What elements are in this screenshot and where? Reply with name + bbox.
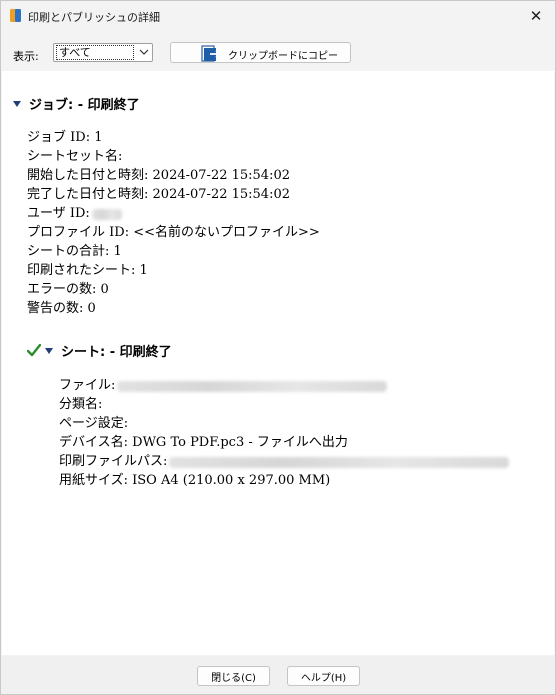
toolbar: 表示: すべて クリップボードにコピー <box>1 39 555 67</box>
field-value: 0 <box>100 282 109 297</box>
field-label: デバイス名: <box>59 435 128 450</box>
job-field-row: エラーの数: 0 <box>27 282 109 298</box>
triangle-down-icon <box>13 100 21 107</box>
details-panel: ジョブ: - 印刷終了 ジョブ ID: 1 シートセット名: 開始した日付と時刻… <box>2 71 554 655</box>
close-button-label: 閉じる(C) <box>211 672 256 684</box>
redacted-value <box>117 380 388 392</box>
clipboard-copy-icon <box>201 45 222 62</box>
field-value: 0 <box>87 301 96 316</box>
app-icon <box>10 9 21 22</box>
field-label: 印刷されたシート: <box>27 263 136 278</box>
copy-to-clipboard-button[interactable]: クリップボードにコピー <box>170 42 351 63</box>
job-field-row: 完了した日付と時刻: 2024-07-22 15:54:02 <box>27 187 290 203</box>
field-value: <<名前のないプロファイル>> <box>133 225 320 240</box>
field-label: ページ設定: <box>59 416 129 431</box>
sheet-field-row: ページ設定: <box>59 416 128 432</box>
chevron-down-icon <box>139 49 149 55</box>
field-value: 2024-07-22 15:54:02 <box>152 187 291 202</box>
sheet-heading: シート: - 印刷終了 <box>61 345 172 360</box>
title-bar: 印刷とパブリッシュの詳細 ✕ <box>1 1 555 31</box>
close-button[interactable]: 閉じる(C) <box>197 666 270 686</box>
close-window-button[interactable]: ✕ <box>517 1 555 31</box>
window-title: 印刷とパブリッシュの詳細 <box>28 11 160 24</box>
field-label: 分類名: <box>59 397 103 412</box>
job-heading: ジョブ: - 印刷終了 <box>29 98 140 113</box>
dialog-footer: 閉じる(C) ヘルプ(H) <box>1 656 555 694</box>
checkmark-icon <box>27 344 41 357</box>
job-field-row: 警告の数: 0 <box>27 301 96 317</box>
field-label: ファイル: <box>59 378 116 393</box>
field-label: シートの合計: <box>27 244 110 259</box>
job-field-row: 印刷されたシート: 1 <box>27 263 148 279</box>
help-button-label: ヘルプ(H) <box>300 672 347 684</box>
job-field-row: プロファイル ID: <<名前のないプロファイル>> <box>27 225 320 241</box>
field-value: DWG To PDF.pc3 - ファイルへ出力 <box>132 435 348 450</box>
field-value: 1 <box>94 130 103 145</box>
sheet-field-row: 用紙サイズ: ISO A4 (210.00 x 297.00 MM) <box>59 473 330 489</box>
job-field-row: 開始した日付と時刻: 2024-07-22 15:54:02 <box>27 168 290 184</box>
field-label: 開始した日付と時刻: <box>27 168 149 183</box>
job-field-row: ジョブ ID: 1 <box>27 130 103 146</box>
field-value: ISO A4 (210.00 x 297.00 MM) <box>132 473 331 488</box>
sheet-field-row: 分類名: <box>59 397 102 413</box>
field-value: 1 <box>139 263 148 278</box>
triangle-down-icon <box>45 347 53 354</box>
field-label: 警告の数: <box>27 301 84 316</box>
close-icon: ✕ <box>529 7 543 25</box>
field-value: 1 <box>113 244 122 259</box>
field-label: エラーの数: <box>27 282 97 297</box>
sheet-field-row: 印刷ファイルパス: <box>59 454 510 470</box>
field-label: プロファイル ID: <box>27 225 130 240</box>
field-value: 2024-07-22 15:54:02 <box>152 168 291 183</box>
field-label: 用紙サイズ: <box>59 473 128 488</box>
filter-select-value: すべて <box>56 45 134 60</box>
job-field-row: シートセット名: <box>27 149 122 165</box>
field-label: ユーザ ID: <box>27 206 90 221</box>
job-section-header[interactable]: ジョブ: - 印刷終了 <box>13 94 140 113</box>
job-field-row: シートの合計: 1 <box>27 244 122 260</box>
print-publish-details-window: 印刷とパブリッシュの詳細 ✕ 表示: すべて クリップボードにコピー ジョブ: … <box>0 0 556 695</box>
job-field-row: ユーザ ID: <box>27 206 122 222</box>
field-label: 印刷ファイルパス: <box>59 454 168 469</box>
show-label: 表示: <box>13 50 39 63</box>
field-label: ジョブ ID: <box>27 130 91 145</box>
field-label: シートセット名: <box>27 149 123 164</box>
help-button[interactable]: ヘルプ(H) <box>287 666 360 686</box>
redacted-value <box>91 208 122 220</box>
copy-button-label: クリップボードにコピー <box>228 51 338 62</box>
sheet-section-header[interactable]: シート: - 印刷終了 <box>27 341 172 360</box>
field-label: 完了した日付と時刻: <box>27 187 149 202</box>
filter-select[interactable]: すべて <box>53 43 153 62</box>
redacted-value <box>169 456 510 468</box>
sheet-field-row: ファイル: <box>59 378 388 394</box>
sheet-field-row: デバイス名: DWG To PDF.pc3 - ファイルへ出力 <box>59 435 348 451</box>
